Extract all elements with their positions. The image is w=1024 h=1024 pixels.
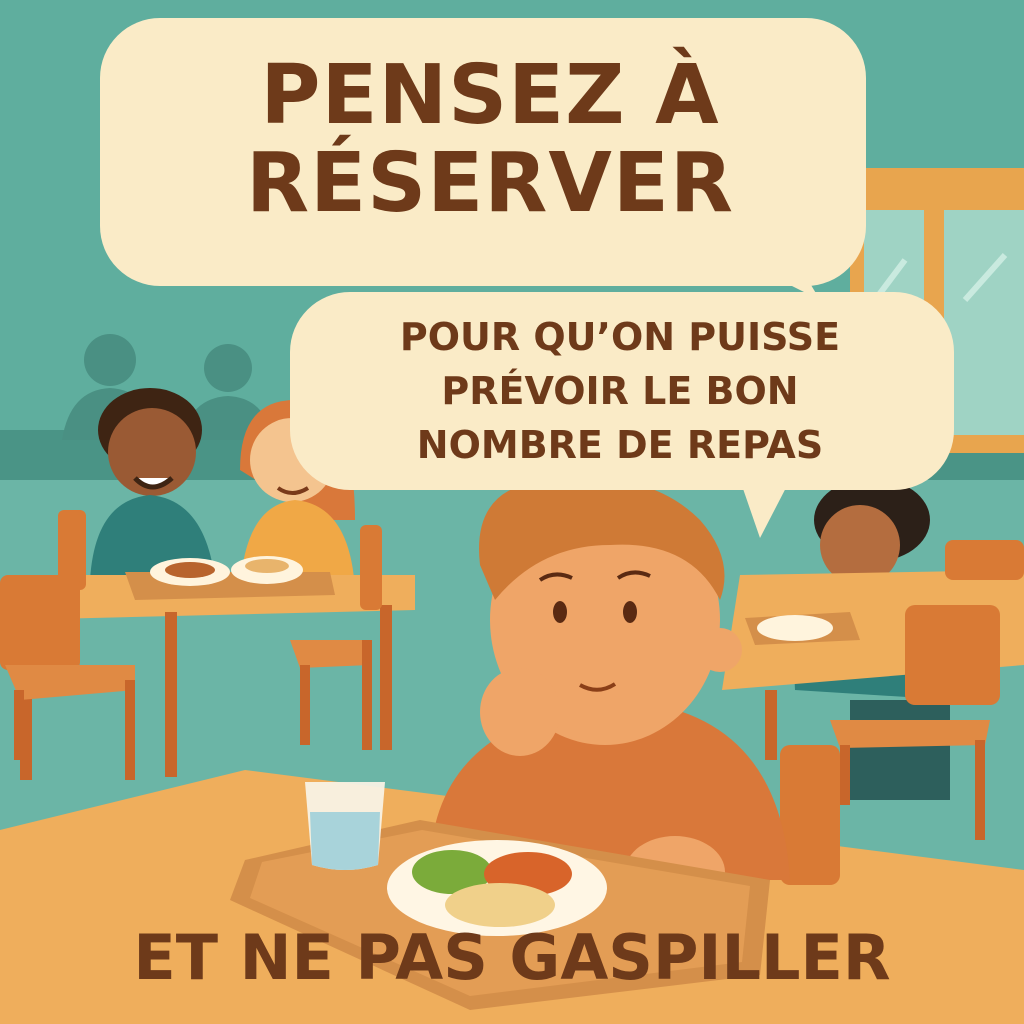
subheadline-line-2: PRÉVOIR LE BON <box>441 369 799 413</box>
subheadline-line-3: NOMBRE DE REPAS <box>416 423 824 467</box>
subheadline-line-1: POUR QU’ON PUISSE <box>399 315 841 359</box>
headline-line-1: PENSEZ À <box>260 48 720 143</box>
subheadline: POUR QU’ON PUISSE PRÉVOIR LE BON NOMBRE … <box>300 310 940 472</box>
poster: PENSEZ À RÉSERVER POUR QU’ON PUISSE PRÉV… <box>0 0 1024 1024</box>
footer-slogan: ET NE PAS GASPILLER <box>133 921 891 994</box>
headline: PENSEZ À RÉSERVER <box>120 52 860 228</box>
headline-line-2: RÉSERVER <box>246 136 734 231</box>
